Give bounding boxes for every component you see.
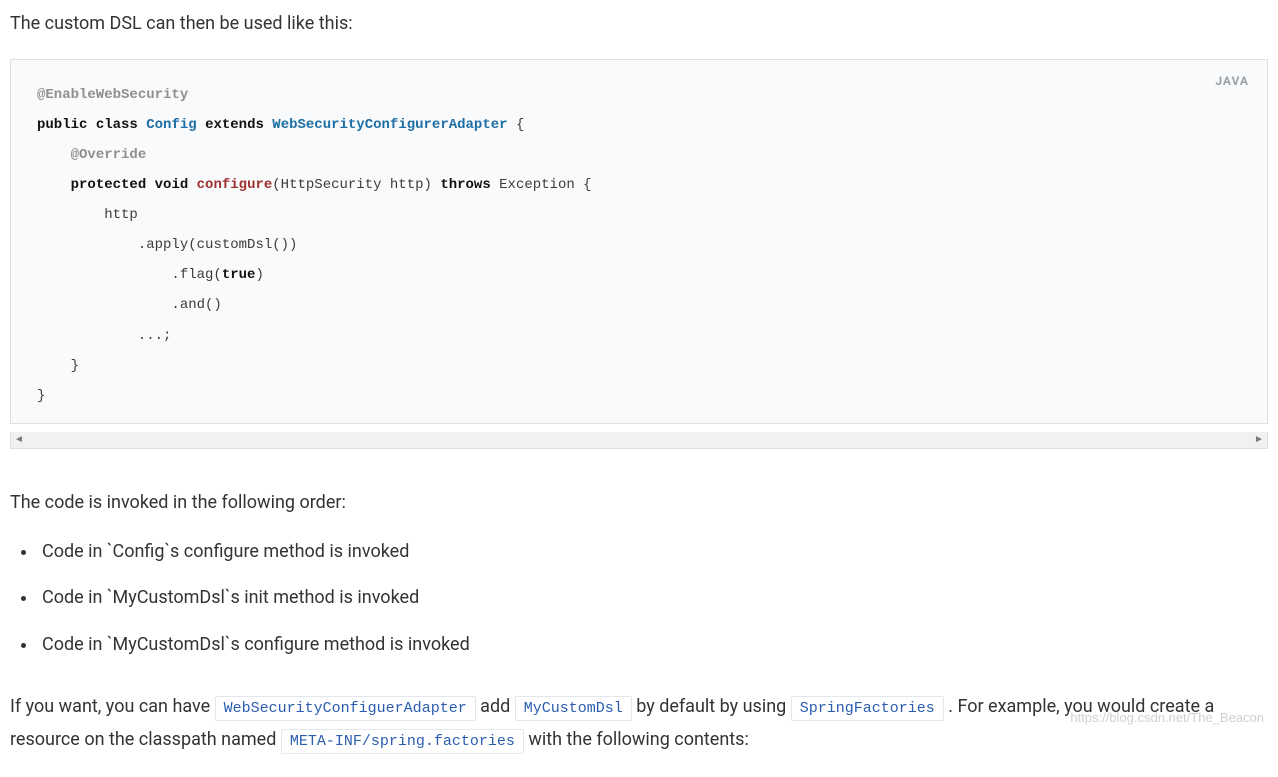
code-token-literal: true	[222, 267, 256, 283]
code-token: .flag(	[171, 267, 221, 283]
code-token-class: Config	[146, 117, 196, 133]
code-token-annotation: @Override	[71, 147, 147, 163]
text-run: by default by using	[636, 696, 791, 717]
code-block: JAVA @EnableWebSecurity public class Con…	[10, 59, 1268, 424]
code-token: )	[255, 267, 263, 283]
code-token-keyword: public	[37, 117, 87, 133]
order-list: Code in `Config`s configure method is in…	[10, 538, 1268, 660]
code-token: .and()	[171, 297, 221, 313]
order-intro-text: The code is invoked in the following ord…	[10, 489, 1268, 518]
final-paragraph: If you want, you can have WebSecurityCon…	[10, 690, 1268, 757]
horizontal-scrollbar[interactable]: ◄ ►	[10, 432, 1268, 449]
scroll-left-arrow-icon[interactable]: ◄	[11, 432, 27, 448]
code-token: Exception {	[491, 177, 592, 193]
code-token: }	[37, 388, 45, 404]
inline-code: WebSecurityConfiguerAdapter	[215, 696, 476, 721]
intro-text: The custom DSL can then be used like thi…	[10, 10, 1268, 39]
code-token-class: WebSecurityConfigurerAdapter	[272, 117, 507, 133]
code-token-keyword: class	[96, 117, 138, 133]
inline-code: MyCustomDsl	[515, 696, 632, 721]
scroll-right-arrow-icon[interactable]: ►	[1251, 432, 1267, 448]
code-token-keyword: throws	[440, 177, 490, 193]
code-token-keyword: protected	[71, 177, 147, 193]
code-token: (HttpSecurity http)	[272, 177, 440, 193]
code-token: http	[104, 207, 138, 223]
code-token: }	[71, 358, 79, 374]
inline-code: META-INF/spring.factories	[281, 729, 524, 754]
code-token-annotation: @EnableWebSecurity	[37, 87, 188, 103]
list-item: Code in `MyCustomDsl`s configure method …	[38, 631, 1268, 660]
code-token-keyword: void	[155, 177, 189, 193]
code-language-badge: JAVA	[1215, 72, 1249, 91]
text-run: add	[480, 696, 515, 717]
code-token: .apply(customDsl())	[138, 237, 298, 253]
code-pre: @EnableWebSecurity public class Config e…	[37, 80, 1241, 411]
text-run: with the following contents:	[528, 729, 748, 750]
text-run: If you want, you can have	[10, 696, 215, 717]
list-item: Code in `MyCustomDsl`s init method is in…	[38, 584, 1268, 613]
code-token: ...;	[138, 328, 172, 344]
inline-code: SpringFactories	[791, 696, 944, 721]
list-item: Code in `Config`s configure method is in…	[38, 538, 1268, 567]
code-token: {	[508, 117, 525, 133]
code-token-method: configure	[197, 177, 273, 193]
code-token-keyword: extends	[205, 117, 264, 133]
